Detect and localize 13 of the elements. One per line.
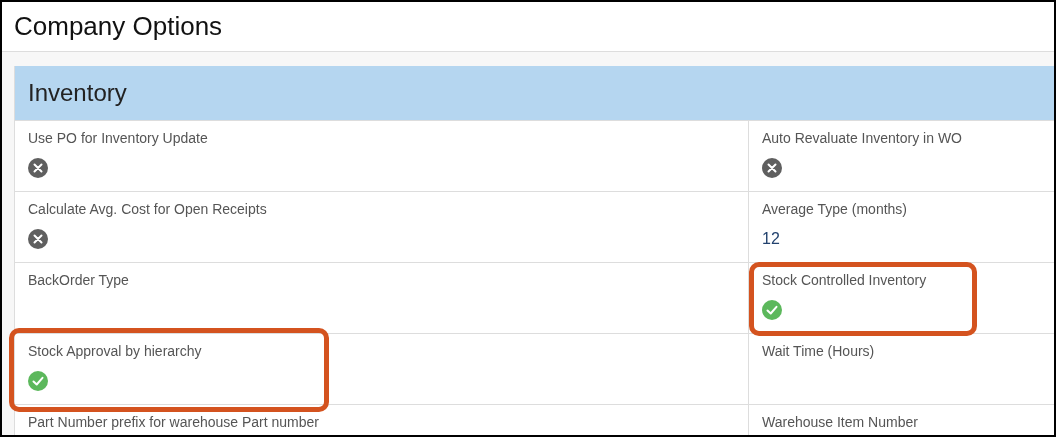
field-label: Wait Time (Hours) [762, 343, 876, 359]
section-title: Inventory [28, 79, 127, 107]
field-value: 12 [762, 230, 780, 248]
field-label: Use PO for Inventory Update [28, 130, 209, 146]
field-label: Calculate Avg. Cost for Open Receipts [28, 201, 268, 217]
field-label: Average Type (months) [762, 201, 908, 217]
field-label: Stock Controlled Inventory [762, 272, 928, 288]
field-label: Warehouse Item Number [762, 414, 919, 430]
page-title: Company Options [14, 11, 223, 42]
field-label: Stock Approval by hierarchy [28, 343, 203, 359]
field-label: BackOrder Type [28, 272, 130, 288]
field-label: Part Number prefix for warehouse Part number [28, 414, 320, 430]
field-label: Auto Revaluate Inventory in WO [762, 130, 963, 146]
